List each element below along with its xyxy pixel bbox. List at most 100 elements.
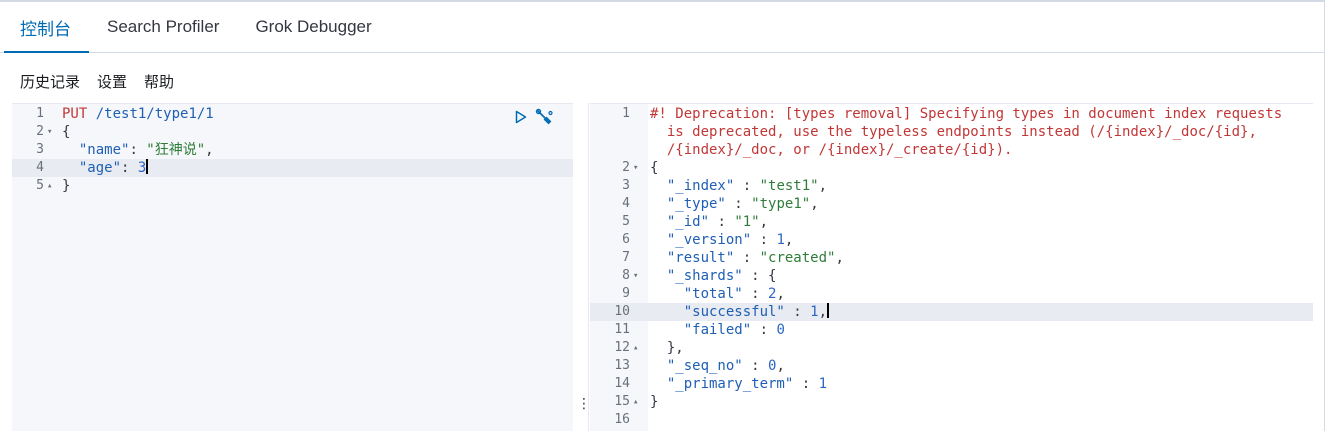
json-colon: :: [129, 142, 147, 158]
response-line: 11 "failed" : 0: [590, 321, 1313, 339]
json-key: "age": [78, 160, 122, 176]
response-line: 7 "result" : "created",: [590, 249, 1313, 267]
play-icon[interactable]: [515, 110, 527, 128]
response-line: 15 ▴}: [590, 393, 1313, 411]
response-line-code: #! Deprecation: [types removal] Specifyi…: [650, 106, 1283, 122]
request-line: 1 PUT /test1/type1/1: [12, 105, 573, 123]
console-toolbar: 历史记录 设置 帮助: [20, 66, 174, 96]
response-line-code: "result" : "created",: [666, 250, 844, 266]
response-line-code: "_seq_no" : 0,: [666, 358, 785, 374]
fold-up-icon[interactable]: ▴: [633, 339, 638, 357]
pane-divider: [588, 103, 589, 431]
request-line: 5 ▴ }: [12, 177, 573, 195]
line-number: 1: [622, 106, 630, 121]
request-line-code: PUT /test1/type1/1: [62, 105, 214, 123]
response-line: 1 #! Deprecation: [types removal] Specify…: [590, 105, 1313, 123]
response-line: is deprecated, use the typeless endpoint…: [590, 123, 1313, 141]
line-number: 7: [622, 250, 630, 265]
line-number: 13: [614, 358, 630, 373]
fold-up-icon[interactable]: ▴: [47, 177, 52, 195]
fold-down-icon[interactable]: ▾: [633, 159, 638, 177]
request-line-code: {: [62, 124, 71, 140]
response-line: 2 ▾ {: [590, 159, 1313, 177]
request-line-code: "age": 3: [62, 159, 149, 177]
http-method: PUT: [62, 106, 88, 122]
response-line-code: "_version" : 1,: [666, 232, 794, 248]
tab-bar: 控制台 Search Profiler Grok Debugger: [0, 2, 1324, 53]
line-number: 5: [36, 178, 44, 193]
fold-up-icon[interactable]: ▴: [633, 393, 638, 411]
response-line-code: "successful" : 1,: [683, 303, 830, 320]
line-number: 4: [622, 196, 630, 211]
console-app: 控制台 Search Profiler Grok Debugger 历史记录 设…: [0, 0, 1325, 431]
settings-link[interactable]: 设置: [97, 71, 127, 92]
response-line: 13 "_seq_no" : 0,: [590, 357, 1313, 375]
line-number: 8: [622, 268, 630, 283]
response-line: 16: [590, 411, 1313, 429]
tab-console[interactable]: 控制台: [0, 2, 89, 53]
request-line-active: 4 "age": 3: [12, 159, 573, 177]
request-lines: 1 PUT /test1/type1/1 2 ▾ { 3 "name": "狂神…: [12, 105, 573, 195]
response-line: 4 "_type" : "type1",: [590, 195, 1313, 213]
response-line-code: "_shards" : {: [666, 268, 777, 284]
line-number: 12: [614, 340, 630, 355]
response-line: 12 ▴ },: [590, 339, 1313, 357]
line-number: 10: [614, 304, 630, 319]
response-line-code: {: [650, 160, 659, 176]
line-number: 3: [36, 142, 44, 157]
history-link[interactable]: 历史记录: [20, 71, 80, 92]
response-line-code: /{index}/_doc, or /{index}/_create/{id})…: [650, 142, 1013, 158]
response-line-code: is deprecated, use the typeless endpoint…: [650, 124, 1257, 140]
line-number: 2: [36, 124, 44, 139]
fold-down-icon[interactable]: ▾: [47, 123, 52, 141]
response-editor: 1 #! Deprecation: [types removal] Specify…: [590, 103, 1313, 431]
line-number: 2: [622, 160, 630, 175]
response-line: 9 "total" : 2,: [590, 285, 1313, 303]
tab-search-profiler[interactable]: Search Profiler: [89, 2, 237, 52]
line-number: 16: [614, 412, 630, 427]
request-editor[interactable]: 1 PUT /test1/type1/1 2 ▾ { 3 "name": "狂神…: [12, 103, 573, 431]
line-number: 3: [622, 178, 630, 193]
line-number: 5: [622, 214, 630, 229]
help-link[interactable]: 帮助: [144, 71, 174, 92]
json-colon: :: [121, 160, 138, 176]
request-url: /test1/type1/1: [95, 106, 214, 122]
response-line: 5 "_id" : "1",: [590, 213, 1313, 231]
response-line-code: "_primary_term" : 1: [666, 376, 828, 392]
response-line: /{index}/_doc, or /{index}/_create/{id})…: [590, 141, 1313, 159]
json-comma: ,: [205, 142, 214, 158]
line-number: 4: [36, 160, 44, 175]
json-key: "name": [78, 142, 130, 158]
response-line-code: "_type" : "type1",: [666, 196, 819, 212]
response-line-code: "total" : 2,: [683, 286, 785, 302]
line-number: 15: [614, 394, 630, 409]
request-line-code: }: [62, 178, 71, 194]
request-actions: [515, 108, 553, 130]
response-line: 6 "_version" : 1,: [590, 231, 1313, 249]
response-line: 8 ▾ "_shards" : {: [590, 267, 1313, 285]
request-line: 3 "name": "狂神说",: [12, 141, 573, 159]
response-line-code: },: [650, 340, 684, 356]
request-line: 2 ▾ {: [12, 123, 573, 141]
json-number: 3: [137, 160, 147, 176]
response-line-code: "failed" : 0: [683, 322, 785, 338]
text-cursor: [827, 303, 830, 318]
tab-grok-debugger[interactable]: Grok Debugger: [237, 2, 389, 52]
json-string: "狂神说": [146, 142, 206, 158]
response-line: 3 "_index" : "test1",: [590, 177, 1313, 195]
response-line: 14 "_primary_term" : 1: [590, 375, 1313, 393]
line-number: 14: [614, 376, 630, 391]
vertical-ellipsis-icon[interactable]: ⋮: [577, 396, 591, 410]
response-lines: 1 #! Deprecation: [types removal] Specify…: [590, 105, 1313, 429]
line-number: 6: [622, 232, 630, 247]
request-line-code: "name": "狂神说",: [62, 141, 214, 159]
wrench-icon[interactable]: [535, 108, 553, 130]
line-number: 1: [36, 106, 44, 121]
response-line-code: "_id" : "1",: [666, 214, 769, 230]
line-number: 11: [614, 322, 630, 337]
response-line: 10 "successful" : 1,: [590, 303, 1313, 321]
response-line-code: "_index" : "test1",: [666, 178, 828, 194]
response-line-code: }: [650, 394, 659, 410]
text-cursor: [146, 159, 149, 174]
fold-down-icon[interactable]: ▾: [633, 267, 638, 285]
